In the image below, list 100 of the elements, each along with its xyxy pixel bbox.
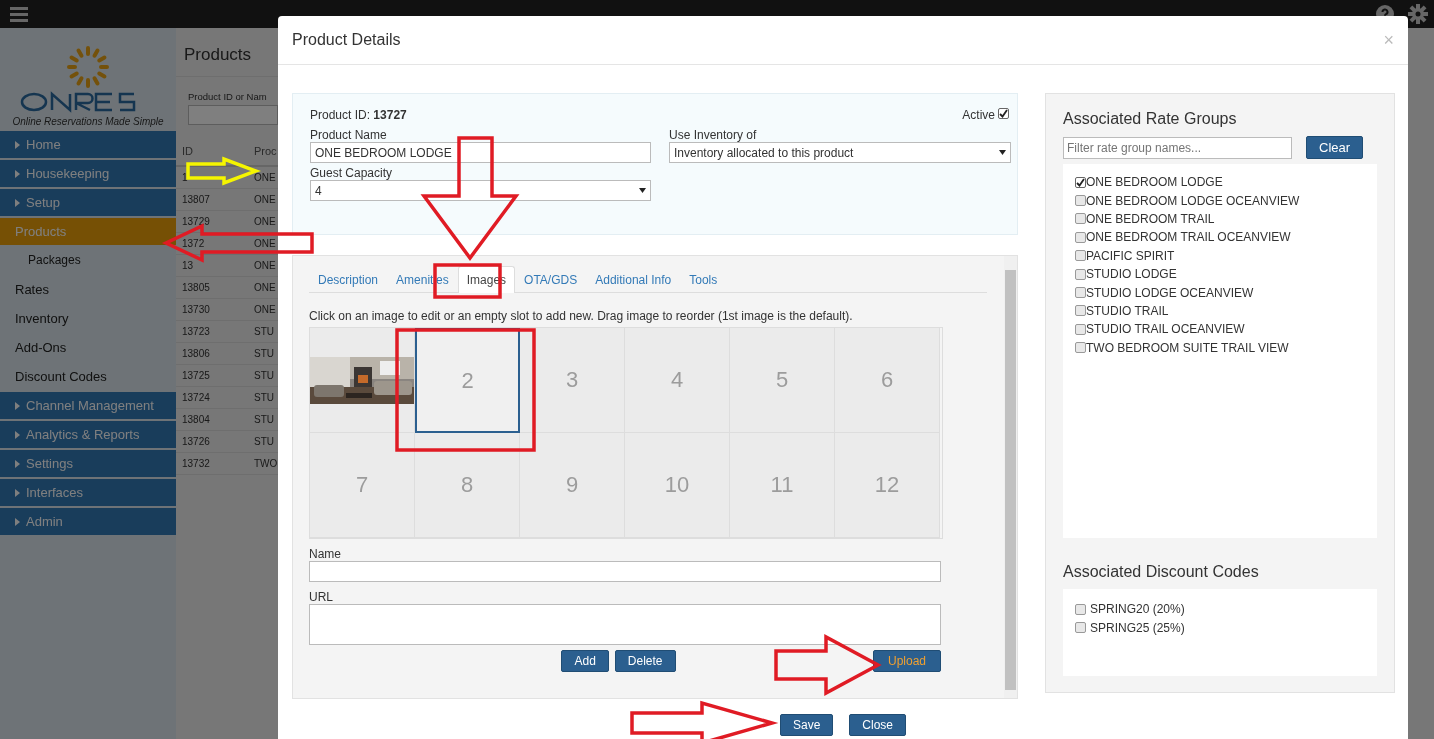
- section-title: Associated Rate Groups: [1063, 110, 1238, 128]
- caret-icon: [15, 488, 20, 497]
- image-slot[interactable]: 5: [730, 328, 835, 433]
- column-header: Proc: [253, 145, 276, 157]
- table-cell-text: 13806: [181, 348, 211, 359]
- discount-code-name: SPRING25 (25%): [1090, 620, 1185, 635]
- table-cell-text: 13724: [181, 392, 211, 403]
- table-cell-text: 1372: [181, 238, 206, 249]
- checkbox[interactable]: [1075, 268, 1086, 280]
- caret-icon: [15, 459, 20, 468]
- rate-group-name: ONE BEDROOM TRAIL OCEANVIEW: [1086, 230, 1291, 245]
- table-cell-text: 13723: [181, 326, 211, 337]
- table-cell-text: 13807: [181, 194, 211, 205]
- search-label: Product ID or Nam: [188, 91, 267, 102]
- settings-icon[interactable]: [1408, 4, 1428, 24]
- image-name-field[interactable]: [309, 561, 941, 582]
- caret-icon: [15, 169, 20, 178]
- table-cell-text: 13726: [181, 436, 211, 447]
- inventory-dropdown[interactable]: Inventory allocated to this product: [669, 142, 1011, 163]
- field-label: URL: [309, 590, 334, 604]
- dropdown-caret-icon: [639, 188, 646, 193]
- caret-icon: [15, 401, 20, 410]
- active-label: Active: [962, 108, 995, 122]
- caret-icon: [15, 430, 20, 439]
- nav-item[interactable]: Analytics & Reports: [0, 421, 176, 450]
- image-slot[interactable]: 6: [835, 328, 940, 433]
- nav-item[interactable]: Setup: [0, 189, 176, 218]
- field-label: Name: [309, 547, 342, 561]
- checkbox[interactable]: [1075, 195, 1086, 207]
- table-cell-text: ONE: [253, 282, 276, 293]
- image-slot[interactable]: 7: [310, 433, 415, 538]
- table-cell-text: STU: [253, 370, 275, 381]
- search-field[interactable]: [188, 105, 278, 125]
- image-slot[interactable]: 10: [625, 433, 730, 538]
- image-slot[interactable]: 8: [415, 433, 520, 538]
- image-slot[interactable]: 12: [835, 433, 940, 538]
- filter-field[interactable]: Filter rate group names...: [1063, 136, 1292, 159]
- dialog-title: Product Details: [292, 31, 401, 49]
- table-cell-text: STU: [253, 392, 275, 403]
- active-checkbox[interactable]: [998, 108, 1009, 119]
- dropdown-caret-icon: [999, 150, 1006, 155]
- tab[interactable]: OTA/GDS: [515, 266, 587, 293]
- upload-button[interactable]: Upload: [872, 650, 941, 672]
- checkbox[interactable]: [1075, 213, 1086, 225]
- image-slot[interactable]: 9: [520, 433, 625, 538]
- tagline: Online Reservations Made Simple: [12, 116, 164, 127]
- table-cell-text: ONE: [253, 172, 276, 183]
- product-id: Product ID: 13727: [310, 108, 407, 124]
- checkbox[interactable]: [1075, 250, 1086, 262]
- tab[interactable]: Additional Info: [586, 266, 681, 293]
- nav-item[interactable]: Channel Management: [0, 392, 176, 421]
- table-cell-text: 13730: [181, 304, 211, 315]
- rate-group-name: PACIFIC SPIRIT: [1086, 248, 1175, 263]
- rate-group-name: TWO BEDROOM SUITE TRAIL VIEW: [1086, 340, 1289, 355]
- rate-group-name: STUDIO TRAIL: [1086, 303, 1169, 318]
- checkbox[interactable]: [1075, 176, 1086, 188]
- nav-item[interactable]: Interfaces: [0, 479, 176, 508]
- section-title: Associated Discount Codes: [1063, 563, 1260, 581]
- checkbox[interactable]: [1075, 305, 1086, 317]
- checkbox[interactable]: [1075, 287, 1086, 299]
- table-cell-text: 13: [181, 260, 195, 271]
- close-button[interactable]: ×: [1383, 29, 1394, 51]
- nav-item[interactable]: Home: [0, 131, 176, 160]
- nav-item[interactable]: Settings: [0, 450, 176, 479]
- table-cell-text: 13725: [181, 370, 211, 381]
- tab[interactable]: Tools: [680, 266, 727, 293]
- checkbox[interactable]: [1075, 323, 1086, 335]
- nav-item[interactable]: Products: [0, 218, 176, 247]
- checkbox[interactable]: [1075, 603, 1086, 615]
- table-cell-text: ONE: [253, 260, 276, 271]
- tab[interactable]: Description: [309, 266, 388, 293]
- table-cell-text: 1: [181, 172, 189, 183]
- capacity-dropdown[interactable]: 4: [310, 180, 651, 201]
- table-cell-text: ONE: [253, 238, 276, 249]
- checkbox[interactable]: [1075, 231, 1086, 243]
- image-slot[interactable]: 3: [520, 328, 625, 433]
- rate-group-name: STUDIO LODGE OCEANVIEW: [1086, 285, 1254, 300]
- table-cell-text: STU: [253, 348, 275, 359]
- caret-icon: [15, 198, 20, 207]
- table-cell-text: 13729: [181, 216, 211, 227]
- nav-item[interactable]: Admin: [0, 508, 176, 537]
- menu-icon[interactable]: [10, 6, 28, 22]
- caret-icon: [15, 517, 20, 526]
- url-field[interactable]: [309, 604, 941, 645]
- footer-button[interactable]: Close: [849, 714, 906, 736]
- action-button[interactable]: Delete: [614, 650, 676, 672]
- action-button[interactable]: Add: [561, 650, 609, 672]
- table-cell-text: 13804: [181, 414, 211, 425]
- table-cell-text: ONE: [253, 216, 276, 227]
- image-slot[interactable]: 11: [730, 433, 835, 538]
- clear-button[interactable]: Clear: [1306, 136, 1364, 159]
- scrollbar[interactable]: [1004, 256, 1017, 698]
- footer-button[interactable]: Save: [779, 714, 834, 736]
- nav-item[interactable]: Housekeeping: [0, 160, 176, 189]
- image-slot[interactable]: 4: [625, 328, 730, 433]
- checkbox[interactable]: [1075, 342, 1086, 354]
- image-slot[interactable]: [310, 328, 415, 433]
- checkbox[interactable]: [1075, 622, 1086, 634]
- field-label: Use Inventory of: [669, 128, 758, 142]
- product-name-field[interactable]: ONE BEDROOM LODGE: [310, 142, 651, 163]
